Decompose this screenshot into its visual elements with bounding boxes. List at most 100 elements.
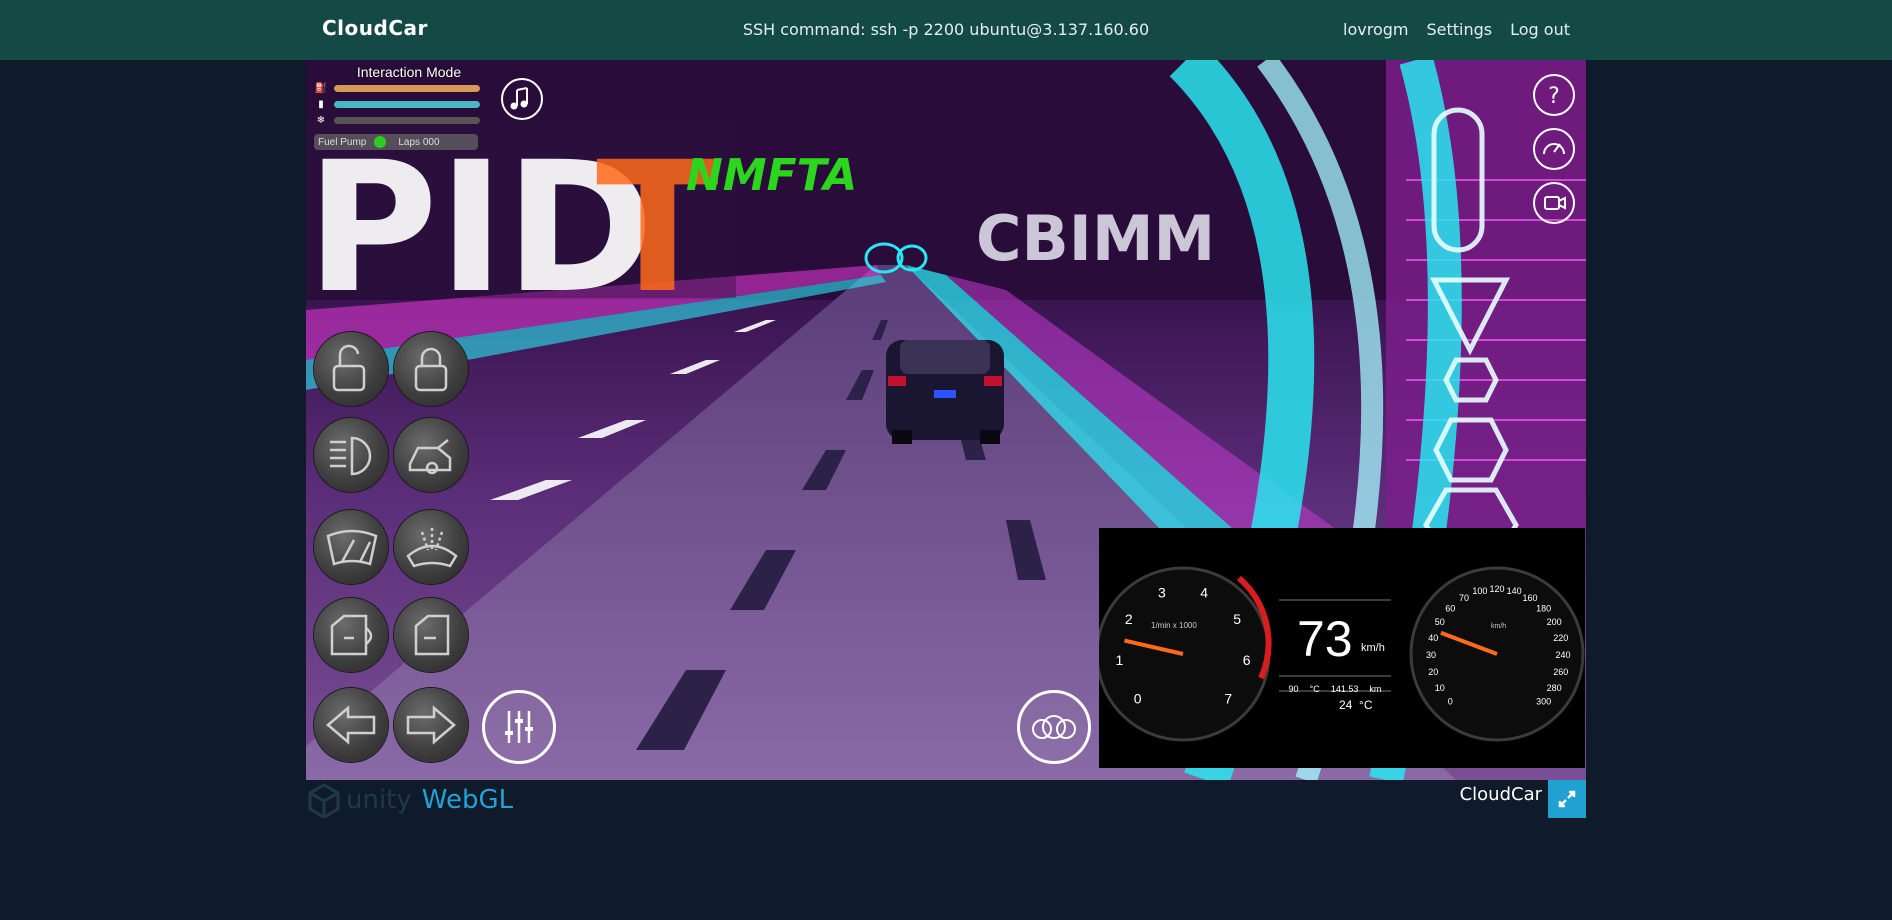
unlock-icon	[332, 344, 366, 392]
gauge-tick-label: 180	[1536, 603, 1551, 613]
help-icon[interactable]: ?	[1533, 74, 1575, 116]
fullscreen-icon	[1558, 790, 1576, 808]
status-bar-2: ❄	[314, 112, 484, 128]
status-hud: Interaction Mode ⛽ ▮ ❄ Fuel Pump Laps 000	[314, 64, 484, 150]
gauge-tick-label: 300	[1536, 697, 1551, 707]
gauge-tick-label: 2	[1125, 611, 1133, 627]
unlock-button[interactable]	[314, 332, 388, 406]
laps-label: Laps 000	[398, 136, 440, 148]
door-open-button[interactable]	[314, 598, 388, 672]
unity-wordmark: unity	[346, 785, 412, 815]
gauge-tick-label: 50	[1435, 617, 1445, 627]
player-car	[886, 340, 1004, 444]
status-bar-fill	[334, 84, 480, 92]
gauge-tick-label: 30	[1426, 650, 1436, 660]
coolant-temp-unit: °C	[1309, 684, 1320, 694]
fullscreen-button[interactable]	[1548, 780, 1586, 818]
gauge-tick-label: 6	[1243, 652, 1251, 668]
rpm-unit-label: 1/min x 1000	[1151, 621, 1197, 630]
fuel-pump-status: Fuel Pump Laps 000	[314, 134, 478, 150]
odometer-value: 141.53	[1330, 684, 1359, 694]
gauge-tick-label: 200	[1547, 617, 1562, 627]
status-bar-1: ▮	[314, 96, 484, 112]
door-closed-icon	[414, 614, 450, 656]
gauge-tick-label: 260	[1553, 667, 1568, 677]
settings-link[interactable]: Settings	[1427, 20, 1493, 39]
turn-left-icon	[326, 705, 376, 745]
status-bar-track	[334, 84, 480, 92]
gauge-tick-label: 40	[1428, 633, 1438, 643]
headlight-icon	[330, 436, 372, 476]
speedometer-icon[interactable]	[1533, 128, 1575, 170]
status-bar-0: ⛽	[314, 80, 484, 96]
gauge-tick-label: 4	[1200, 585, 1208, 601]
logout-link[interactable]: Log out	[1510, 20, 1570, 39]
gauge-tick-label: 20	[1428, 667, 1438, 677]
status-bar-fill	[334, 100, 480, 108]
footer-title: CloudCar	[1459, 784, 1542, 805]
ssh-command-text: SSH command: ssh -p 2200 ubuntu@3.137.16…	[742, 20, 1150, 39]
turn-right-icon	[406, 705, 456, 745]
speed-value: 73	[1297, 611, 1353, 667]
door-closed-button[interactable]	[394, 598, 468, 672]
billboard-cbimm-text: CBIMM	[976, 202, 1215, 275]
headlight-button[interactable]	[314, 418, 388, 492]
gauge-tick-label: 3	[1158, 585, 1166, 601]
lock-icon	[414, 347, 448, 392]
washer-button[interactable]	[394, 510, 468, 584]
gauge-tick-label: 100	[1472, 586, 1487, 596]
fuel-pump-label: Fuel Pump	[318, 136, 367, 148]
interaction-mode-label: Interaction Mode	[356, 64, 462, 80]
trunk-button[interactable]	[394, 418, 468, 492]
music-icon[interactable]	[501, 78, 543, 120]
temperature-icon: ❄	[316, 114, 326, 126]
gauge-tick-label: 1	[1116, 652, 1124, 668]
fuel-icon: ⛽	[314, 82, 328, 94]
outside-temp-row: 24 °C	[1339, 698, 1373, 712]
door-open-icon	[330, 614, 373, 656]
gauge-tick-label: 0	[1134, 690, 1142, 706]
gauge-tick-label: 220	[1553, 633, 1568, 643]
status-bar-track	[334, 116, 480, 124]
gauge-tick-label: 140	[1507, 586, 1522, 596]
top-navbar: CloudCar SSH command: ssh -p 2200 ubuntu…	[0, 0, 1892, 60]
gauge-tick-label: 120	[1489, 584, 1504, 594]
lock-button[interactable]	[394, 332, 468, 406]
billboard-nmfta-text: NMFTA	[686, 150, 857, 201]
washer-icon	[406, 528, 458, 568]
user-link[interactable]: lovrogm	[1343, 20, 1408, 39]
turn-right-button[interactable]	[394, 688, 468, 762]
gauge-tick-label: 10	[1435, 683, 1445, 693]
gauge-tick-label: 280	[1547, 683, 1562, 693]
turn-left-button[interactable]	[314, 688, 388, 762]
equalizer-knob[interactable]	[482, 690, 556, 764]
instrument-cluster: 1/min x 1000 01234567 0 10 20 30 40 50 60 70 100…	[1095, 528, 1585, 768]
wiper-button[interactable]	[314, 510, 388, 584]
outside-temp-unit: °C	[1359, 698, 1373, 712]
coolant-temp: 90	[1288, 684, 1299, 694]
webgl-footer: unity WebGL CloudCar	[306, 780, 1586, 820]
battery-icon: ▮	[318, 98, 324, 110]
unity-game-canvas[interactable]: PID T NMFTA CBIMM Interaction Mode ⛽ ▮ ❄ F…	[306, 60, 1586, 780]
gauge-tick-label: 5	[1233, 611, 1241, 627]
unity-cube-icon	[308, 783, 340, 818]
odometer-unit: km	[1369, 684, 1382, 694]
gauge-tick-label: 7	[1224, 690, 1232, 706]
gauge-tick-label: 60	[1445, 603, 1455, 613]
unity-webgl-logo: unity WebGL	[306, 782, 513, 818]
outside-temp: 24	[1339, 698, 1353, 712]
speed-unit: km/h	[1361, 642, 1385, 654]
nav-links: lovrogm Settings Log out	[1343, 20, 1570, 39]
fuel-pump-indicator	[374, 136, 387, 148]
speed-gauge-unit: km/h	[1491, 623, 1506, 630]
camera-switch-icon[interactable]	[1533, 182, 1575, 224]
gauge-tick-label: 160	[1522, 593, 1537, 603]
svg-text:?: ?	[1548, 84, 1560, 109]
status-bar-track	[334, 100, 480, 108]
wiper-icon	[326, 529, 378, 566]
trunk-icon	[408, 439, 452, 475]
gauge-tick-label: 0	[1448, 697, 1453, 707]
dashboard-icon[interactable]	[1017, 690, 1091, 764]
gauge-tick-label: 70	[1459, 593, 1469, 603]
gauge-tick-label: 240	[1555, 650, 1570, 660]
